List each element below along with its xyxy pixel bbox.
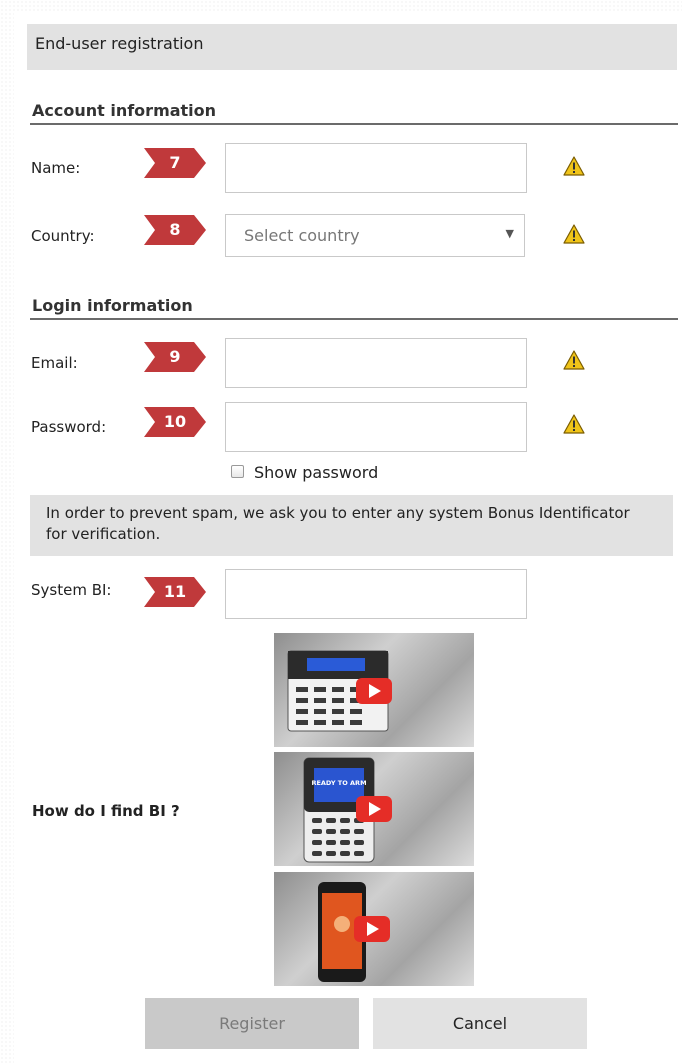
email-warning-icon xyxy=(563,350,585,370)
system-bi-input[interactable] xyxy=(225,569,527,619)
play-icon xyxy=(354,916,390,942)
show-password-label[interactable]: Show password xyxy=(254,463,378,482)
keypad-lcd-video-thumbnail[interactable] xyxy=(274,633,474,747)
country-select[interactable]: Select country ▼ xyxy=(225,214,525,257)
cancel-button[interactable]: Cancel xyxy=(373,998,587,1049)
marker-8-number: 8 xyxy=(169,220,181,239)
marker-9: 9 xyxy=(144,342,206,372)
marker-11-number: 11 xyxy=(163,582,187,601)
account-section-divider xyxy=(30,123,678,125)
dropdown-arrow-icon: ▼ xyxy=(505,227,514,240)
marker-7-number: 7 xyxy=(169,153,181,172)
system-bi-label: System BI: xyxy=(31,581,112,599)
password-input[interactable] xyxy=(225,402,527,452)
marker-11: 11 xyxy=(144,577,206,607)
mobile-app-video-thumbnail[interactable] xyxy=(274,872,474,986)
name-warning-icon xyxy=(563,156,585,176)
password-label: Password: xyxy=(31,418,107,436)
login-section-divider xyxy=(30,318,678,320)
play-icon xyxy=(356,678,392,704)
marker-9-number: 9 xyxy=(169,347,181,366)
register-button[interactable]: Register xyxy=(145,998,359,1049)
spam-notice-box: In order to prevent spam, we ask you to … xyxy=(30,495,673,556)
marker-10: 10 xyxy=(144,407,206,437)
account-section-title: Account information xyxy=(32,101,217,120)
show-password-checkbox[interactable] xyxy=(231,465,244,478)
name-input[interactable] xyxy=(225,143,527,193)
name-label: Name: xyxy=(31,159,81,177)
marker-7: 7 xyxy=(144,148,206,178)
marker-8: 8 xyxy=(144,215,206,245)
login-section-title: Login information xyxy=(32,296,193,315)
spam-notice-text: In order to prevent spam, we ask you to … xyxy=(46,504,630,543)
how-to-find-bi-label: How do I find BI ? xyxy=(32,802,180,820)
marker-10-number: 10 xyxy=(163,412,187,431)
country-warning-icon xyxy=(563,224,585,244)
page-title: End-user registration xyxy=(35,34,204,53)
keypad-blue-video-thumbnail[interactable]: READY TO ARM xyxy=(274,752,474,866)
country-select-value: Select country xyxy=(244,226,360,245)
email-input[interactable] xyxy=(225,338,527,388)
email-label: Email: xyxy=(31,354,78,372)
password-warning-icon xyxy=(563,414,585,434)
play-icon xyxy=(356,796,392,822)
country-label: Country: xyxy=(31,227,95,245)
